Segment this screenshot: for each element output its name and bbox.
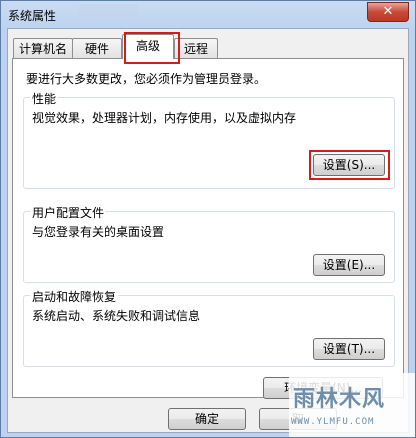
user-profiles-label: 用户配置文件	[30, 204, 107, 221]
tab-computer-name[interactable]: 计算机名	[13, 38, 73, 58]
admin-notice: 要进行大多数更改，您必须作为管理员登录。	[26, 72, 267, 86]
close-button[interactable]: ✕	[367, 2, 409, 22]
blurred-title-area	[79, 4, 139, 18]
performance-description: 视觉效果，处理器计划，内存使用，以及虚拟内存	[32, 111, 297, 125]
startup-recovery-label: 启动和故障恢复	[30, 288, 119, 305]
startup-recovery-settings-button[interactable]: 设置(T)...	[313, 338, 385, 360]
performance-label: 性能	[30, 90, 59, 107]
performance-group: 性能 视觉效果，处理器计划，内存使用，以及虚拟内存 设置(S)...	[23, 90, 395, 189]
startup-recovery-group: 启动和故障恢复 系统启动、系统失败和调试信息 设置(T)...	[23, 288, 395, 367]
user-profiles-settings-button[interactable]: 设置(E)...	[313, 254, 385, 276]
site-watermark-logo: 雨林木风 WWW.YLMFU.COM	[289, 373, 415, 437]
window-title: 系统属性	[8, 9, 57, 23]
advanced-tab-panel: 要进行大多数更改，您必须作为管理员登录。 性能 视觉效果，处理器计划，内存使用，…	[12, 58, 404, 399]
title-bar[interactable]: 系统属性 ✕	[1, 1, 415, 27]
performance-button-highlight	[309, 150, 390, 180]
tab-highlight-box	[124, 32, 180, 64]
watermark-text: 雨林木风	[293, 387, 386, 412]
ok-button[interactable]: 确定	[168, 408, 246, 430]
system-properties-window: 系统属性 ✕ 计算机名 硬件 高级 远程 要进行大多数更改，您必须作为管理员登录…	[0, 0, 416, 438]
user-profiles-group: 用户配置文件 与您登录有关的桌面设置 设置(E)...	[23, 204, 395, 283]
tab-remote[interactable]: 远程	[174, 38, 218, 58]
tab-hardware[interactable]: 硬件	[72, 38, 122, 58]
user-profiles-description: 与您登录有关的桌面设置	[32, 225, 165, 239]
startup-recovery-description: 系统启动、系统失败和调试信息	[32, 309, 201, 323]
watermark-url: WWW.YLMFU.COM	[291, 417, 375, 427]
